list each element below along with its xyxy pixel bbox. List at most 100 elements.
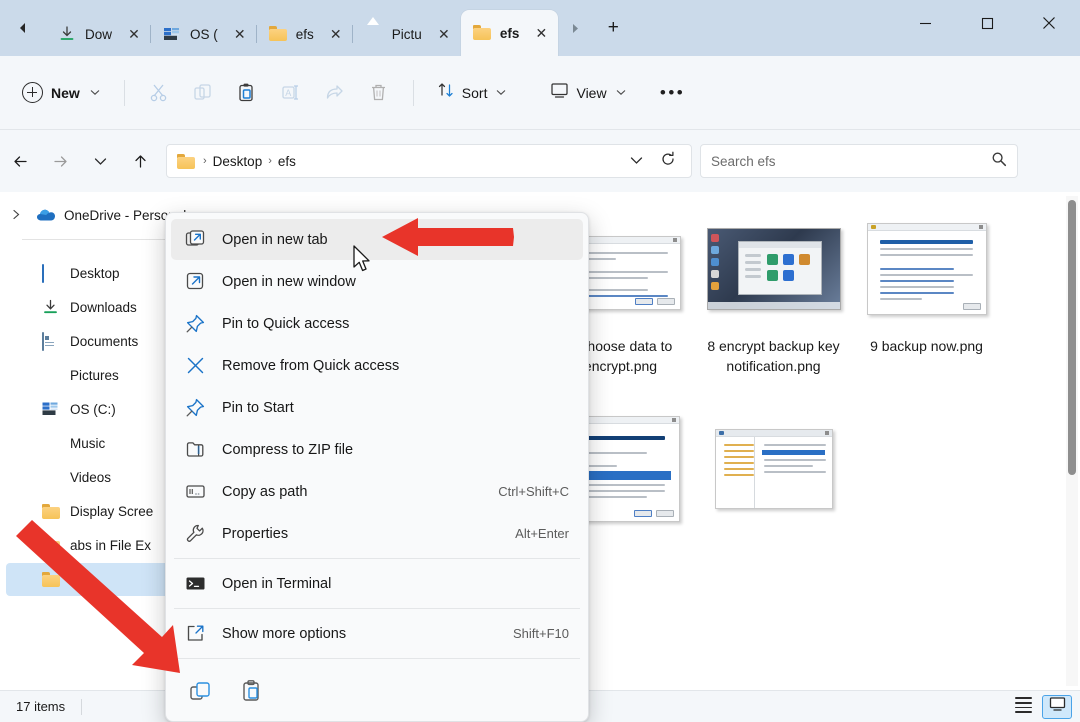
context-menu-icon-row — [170, 663, 584, 719]
sidebar-item-label: efs — [70, 572, 89, 587]
details-view-button[interactable] — [1008, 695, 1038, 719]
context-menu-item-pin-to-quick-access[interactable]: Pin to Quick access — [171, 303, 583, 344]
sidebar-item-label: Music — [70, 436, 106, 451]
tab-close-button[interactable]: ✕ — [528, 20, 554, 46]
context-menu-item-label: Pin to Quick access — [222, 315, 350, 332]
paste-icon[interactable] — [240, 679, 264, 703]
scrollbar-thumb[interactable] — [1068, 200, 1076, 475]
tab-close-button[interactable]: ✕ — [121, 21, 147, 47]
minimize-button[interactable] — [894, 0, 956, 46]
large-icons-view-icon — [1049, 696, 1066, 717]
context-menu-item-open-in-new-tab[interactable]: Open in new tab — [171, 219, 583, 260]
sort-button[interactable]: Sort — [426, 76, 518, 110]
tab-os-c[interactable]: OS ( ✕ — [150, 12, 257, 56]
music-icon — [42, 435, 60, 452]
paste-button[interactable] — [225, 75, 269, 111]
tab-label: OS ( — [190, 26, 218, 42]
tab-efs-active[interactable]: efs ✕ — [460, 10, 559, 56]
context-menu-item-accel: Ctrl+Shift+C — [498, 484, 569, 499]
context-menu-item-label: Open in Terminal — [222, 575, 332, 592]
view-button[interactable]: View — [539, 76, 636, 110]
breadcrumb-item-desktop[interactable]: Desktop — [208, 154, 268, 169]
tab-close-button[interactable]: ✕ — [431, 21, 457, 47]
file-item[interactable] — [697, 400, 850, 600]
breadcrumb[interactable]: › Desktop › efs — [166, 144, 692, 178]
context-menu-item-remove-from-quick-access[interactable]: Remove from Quick access — [171, 345, 583, 386]
tab-pictures[interactable]: Pictu ✕ — [351, 12, 461, 56]
chevron-down-icon — [616, 88, 626, 98]
file-item[interactable]: 8 encrypt backup key notification.png — [697, 200, 850, 400]
tab-close-button[interactable]: ✕ — [323, 21, 349, 47]
back-button[interactable] — [0, 144, 40, 178]
sidebar-item-label: Pictures — [70, 368, 119, 383]
tab-downloads[interactable]: Dow ✕ — [46, 12, 151, 56]
context-menu-item-properties[interactable]: Properties Alt+Enter — [171, 513, 583, 554]
tab-efs-1[interactable]: efs ✕ — [255, 12, 353, 56]
tab-scroll-right-button[interactable] — [558, 0, 592, 56]
thumbnail-view-button[interactable] — [1042, 694, 1072, 719]
context-menu-item-label: Copy as path — [222, 483, 308, 500]
share-button[interactable] — [313, 75, 357, 111]
recent-locations-button[interactable] — [80, 144, 120, 178]
pin-icon — [184, 313, 206, 335]
breadcrumb-dropdown-button[interactable] — [621, 154, 651, 168]
chevron-down-icon — [496, 88, 506, 98]
more-options-button[interactable]: ••• — [651, 75, 695, 111]
context-menu-item-accel: Shift+F10 — [512, 626, 569, 641]
delete-button[interactable] — [357, 75, 401, 111]
pictures-icon — [42, 367, 60, 384]
sort-label: Sort — [461, 84, 488, 101]
search-icon[interactable] — [991, 151, 1007, 172]
up-button[interactable] — [120, 144, 160, 178]
chevron-right-icon[interactable] — [12, 209, 26, 223]
context-menu-item-compress-to-zip[interactable]: Compress to ZIP file — [171, 429, 583, 470]
context-menu-item-pin-to-start[interactable]: Pin to Start — [171, 387, 583, 428]
file-item[interactable]: 9 backup now.png — [850, 200, 1003, 400]
file-thumbnail — [704, 210, 844, 328]
close-button[interactable] — [1018, 0, 1080, 46]
ellipsis-icon: ••• — [659, 82, 686, 102]
context-menu[interactable]: Open in new tab Open in new window Pin t… — [165, 212, 589, 722]
new-button-label: New — [51, 84, 80, 101]
show-more-icon — [184, 623, 206, 645]
sidebar-item-label: Videos — [70, 470, 112, 485]
monitor-icon — [550, 81, 569, 104]
refresh-button[interactable] — [651, 151, 685, 171]
window-controls — [894, 0, 1080, 56]
file-thumbnail — [857, 210, 997, 328]
drive-icon — [163, 25, 181, 43]
vertical-scrollbar[interactable] — [1066, 196, 1078, 686]
folder-icon — [42, 571, 60, 588]
tab-label: Dow — [85, 26, 113, 42]
sidebar-item-label: Documents — [70, 334, 139, 349]
cut-button[interactable] — [137, 75, 181, 111]
forward-button[interactable] — [40, 144, 80, 178]
onedrive-icon — [36, 207, 55, 224]
tab-strip: Dow ✕ OS ( ✕ efs ✕ Pictu ✕ efs ✕ — [46, 0, 559, 56]
new-tab-button[interactable]: + — [592, 0, 634, 56]
tab-label: efs — [295, 26, 314, 42]
tab-close-button[interactable]: ✕ — [227, 21, 253, 47]
context-menu-item-show-more-options[interactable]: Show more options Shift+F10 — [171, 613, 583, 654]
path-icon — [184, 481, 206, 503]
status-divider — [81, 698, 83, 715]
context-menu-item-open-in-new-window[interactable]: Open in new window — [171, 261, 583, 302]
search-input[interactable] — [711, 153, 991, 169]
context-menu-item-copy-as-path[interactable]: Copy as path Ctrl+Shift+C — [171, 471, 583, 512]
tab-scroll-left-button[interactable] — [0, 0, 46, 56]
context-menu-item-open-in-terminal[interactable]: Open in Terminal — [171, 563, 583, 604]
folder-icon — [42, 503, 60, 520]
search-box[interactable] — [700, 144, 1018, 178]
sidebar-item-label: Display Scree — [70, 504, 154, 519]
toolbar-divider — [123, 79, 125, 106]
context-menu-item-label: Show more options — [222, 625, 347, 642]
breadcrumb-item-efs[interactable]: efs — [273, 154, 301, 169]
folder-icon — [177, 153, 195, 169]
new-button[interactable]: New — [16, 76, 112, 110]
rename-button[interactable]: A — [269, 75, 313, 111]
context-menu-item-accel: Alt+Enter — [515, 526, 569, 541]
copy-icon[interactable] — [188, 679, 212, 703]
copy-button[interactable] — [181, 75, 225, 111]
maximize-button[interactable] — [956, 0, 1018, 46]
x-icon — [184, 355, 206, 377]
